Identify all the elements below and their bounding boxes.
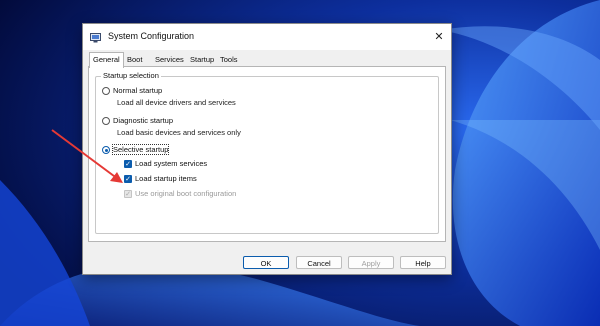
load-system-services-label[interactable]: Load system services	[135, 159, 207, 168]
diagnostic-startup-label[interactable]: Diagnostic startup	[113, 116, 173, 125]
cancel-button[interactable]: Cancel	[296, 256, 342, 269]
title-bar: System Configuration ✕	[83, 24, 451, 50]
group-label: Startup selection	[101, 71, 161, 80]
diagnostic-startup-radio[interactable]	[102, 117, 110, 125]
startup-selection-group: Startup selection Normal startup Load al…	[95, 71, 439, 234]
diagnostic-startup-desc: Load basic devices and services only	[117, 128, 241, 137]
window-title: System Configuration	[108, 31, 195, 41]
load-startup-items-label[interactable]: Load startup items	[135, 174, 197, 183]
normal-startup-label[interactable]: Normal startup	[113, 86, 162, 95]
selective-startup-radio[interactable]	[102, 146, 110, 154]
help-button[interactable]: Help	[400, 256, 446, 269]
normal-startup-desc: Load all device drivers and services	[117, 98, 236, 107]
tab-strip: General Boot Services Startup Tools	[89, 52, 445, 68]
tab-services[interactable]: Services	[153, 54, 186, 66]
ok-button[interactable]: OK	[243, 256, 289, 269]
normal-startup-radio[interactable]	[102, 87, 110, 95]
tab-tools[interactable]: Tools	[218, 54, 240, 66]
selective-startup-label[interactable]: Selective startup	[111, 144, 170, 155]
general-tab-panel: Startup selection Normal startup Load al…	[88, 66, 446, 242]
use-original-boot-config-checkbox[interactable]: ✓	[124, 190, 132, 198]
load-startup-items-checkbox[interactable]: ✓	[124, 175, 132, 183]
close-icon: ✕	[434, 31, 444, 43]
system-configuration-window: System Configuration ✕ General Boot Serv…	[82, 23, 452, 275]
tab-startup[interactable]: Startup	[188, 54, 216, 66]
load-system-services-checkbox[interactable]: ✓	[124, 160, 132, 168]
apply-button[interactable]: Apply	[348, 256, 394, 269]
msconfig-app-icon	[90, 33, 101, 43]
use-original-boot-config-label[interactable]: Use original boot configuration	[135, 189, 236, 198]
tab-boot[interactable]: Boot	[125, 54, 144, 66]
tab-general[interactable]: General	[89, 52, 124, 68]
close-button[interactable]: ✕	[427, 24, 451, 50]
